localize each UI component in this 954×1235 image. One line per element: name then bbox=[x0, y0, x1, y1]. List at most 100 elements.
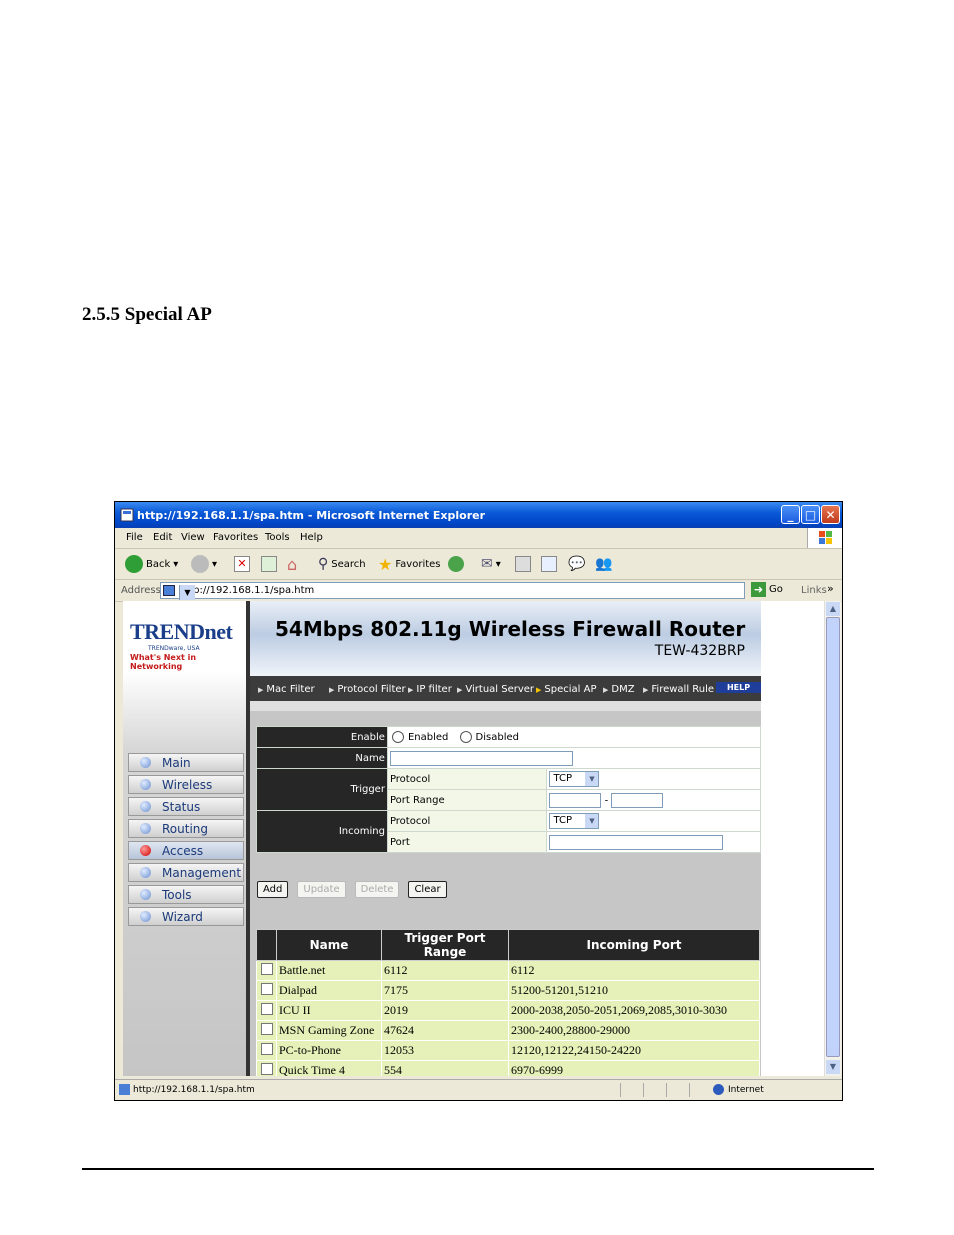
discuss-button[interactable]: 💬 bbox=[568, 554, 585, 574]
range-separator: - bbox=[604, 795, 609, 806]
row-incoming: 6112 bbox=[508, 960, 760, 981]
back-button[interactable]: Back ▾ bbox=[125, 554, 178, 574]
nav-main[interactable]: Main bbox=[128, 753, 244, 772]
delete-button[interactable]: Delete bbox=[354, 881, 400, 898]
trigger-protocol-select[interactable]: TCP bbox=[549, 771, 600, 787]
tab-firewall-rule[interactable]: Firewall Rule bbox=[643, 684, 714, 695]
nav-tools[interactable]: Tools bbox=[128, 885, 244, 904]
search-button[interactable]: ⚲ Search bbox=[318, 554, 366, 574]
name-input[interactable] bbox=[389, 750, 573, 766]
config-table: Enable Enabled Disabled Name Trigger Pro… bbox=[256, 726, 762, 853]
table-row[interactable]: Dialpad 7175 51200-51201,51210 bbox=[256, 980, 760, 1001]
menu-help[interactable]: Help bbox=[300, 532, 323, 543]
forward-button[interactable]: ▾ bbox=[191, 554, 217, 574]
tab-mac-filter[interactable]: Mac Filter bbox=[258, 684, 314, 695]
row-trigger: 554 bbox=[381, 1060, 509, 1076]
incoming-protocol-select[interactable]: TCP bbox=[549, 813, 600, 829]
menu-favorites[interactable]: Favorites bbox=[213, 532, 258, 543]
row-trigger: 12053 bbox=[381, 1040, 509, 1061]
search-icon: ⚲ bbox=[318, 556, 329, 572]
row-checkbox[interactable] bbox=[260, 982, 273, 995]
vertical-scrollbar[interactable]: ▲ ▼ bbox=[824, 601, 841, 1076]
nav-status[interactable]: Status bbox=[128, 797, 244, 816]
scroll-thumb[interactable] bbox=[826, 617, 840, 1057]
go-button[interactable]: ➜ Go bbox=[751, 582, 783, 597]
minimize-button[interactable]: _ bbox=[781, 505, 800, 524]
chevron-right-icon[interactable]: » bbox=[827, 582, 834, 595]
row-checkbox[interactable] bbox=[260, 1042, 273, 1055]
clear-button[interactable]: Clear bbox=[408, 881, 447, 898]
nav-routing[interactable]: Routing bbox=[128, 819, 244, 838]
trigger-port-range-label: Port Range bbox=[386, 789, 548, 811]
col-incoming-port: Incoming Port bbox=[508, 929, 760, 961]
scroll-up-icon[interactable]: ▲ bbox=[826, 602, 840, 616]
nav-access[interactable]: Access bbox=[128, 841, 244, 860]
edit-button[interactable] bbox=[541, 554, 557, 574]
update-button[interactable]: Update bbox=[297, 881, 346, 898]
disabled-radio[interactable] bbox=[459, 731, 472, 743]
row-checkbox[interactable] bbox=[260, 1022, 273, 1035]
table-row[interactable]: ICU II 2019 2000-2038,2050-2051,2069,208… bbox=[256, 1000, 760, 1021]
title-bar: http://192.168.1.1/spa.htm - Microsoft I… bbox=[115, 502, 842, 528]
row-name: MSN Gaming Zone bbox=[276, 1020, 382, 1041]
tab-dmz[interactable]: DMZ bbox=[603, 684, 634, 695]
logo-tagline: What's Next in Networking bbox=[130, 653, 197, 671]
messenger-button[interactable]: 👥 bbox=[595, 554, 612, 574]
sidebar: TRENDnet TRENDware, USA What's Next in N… bbox=[123, 601, 249, 1076]
row-checkbox[interactable] bbox=[260, 1002, 273, 1015]
chevron-down-icon[interactable]: ▼ bbox=[179, 585, 195, 600]
menu-edit[interactable]: Edit bbox=[153, 532, 172, 543]
tab-special-ap[interactable]: Special AP bbox=[536, 684, 596, 695]
page-content: TRENDnet TRENDware, USA What's Next in N… bbox=[123, 601, 826, 1076]
table-row[interactable]: PC-to-Phone 12053 12120,12122,24150-2422… bbox=[256, 1040, 760, 1061]
print-button[interactable] bbox=[515, 554, 531, 574]
menu-view[interactable]: View bbox=[181, 532, 205, 543]
help-button[interactable]: HELP bbox=[716, 682, 761, 693]
nav-label: Access bbox=[162, 843, 204, 858]
table-row[interactable]: Battle.net 6112 6112 bbox=[256, 960, 760, 981]
stop-button[interactable]: ✕ bbox=[234, 554, 250, 574]
favorites-button[interactable]: ★ Favorites bbox=[378, 554, 441, 574]
favorites-label: Favorites bbox=[395, 558, 441, 570]
mail-button[interactable]: ✉ ▾ bbox=[481, 554, 501, 574]
close-button[interactable]: ✕ bbox=[821, 505, 840, 524]
trigger-port-end-input[interactable] bbox=[611, 792, 664, 808]
page-icon bbox=[120, 508, 134, 522]
form-top-strip bbox=[250, 701, 761, 711]
refresh-icon bbox=[261, 556, 277, 572]
incoming-port-input[interactable] bbox=[549, 834, 724, 850]
trigger-port-start-input[interactable] bbox=[549, 792, 602, 808]
home-button[interactable]: ⌂ bbox=[287, 554, 297, 574]
menu-file[interactable]: File bbox=[126, 532, 143, 543]
browser-window: http://192.168.1.1/spa.htm - Microsoft I… bbox=[114, 501, 843, 1101]
enabled-radio[interactable] bbox=[391, 731, 404, 743]
row-name: Quick Time 4 bbox=[276, 1060, 382, 1076]
links-label[interactable]: Links bbox=[801, 585, 827, 596]
media-icon bbox=[448, 556, 464, 572]
bullet-icon bbox=[140, 801, 151, 812]
table-row[interactable]: MSN Gaming Zone 47624 2300-2400,28800-29… bbox=[256, 1020, 760, 1041]
tab-virtual-server[interactable]: Virtual Server bbox=[457, 684, 534, 695]
row-checkbox[interactable] bbox=[260, 962, 273, 975]
tab-ip-filter[interactable]: IP filter bbox=[408, 684, 451, 695]
address-input[interactable]: http://192.168.1.1/spa.htm ▼ bbox=[160, 582, 745, 600]
table-row[interactable]: Quick Time 4 554 6970-6999 bbox=[256, 1060, 760, 1076]
add-button[interactable]: Add bbox=[257, 881, 289, 898]
tab-protocol-filter[interactable]: Protocol Filter bbox=[329, 684, 405, 695]
row-checkbox[interactable] bbox=[260, 1062, 273, 1075]
window-title: http://192.168.1.1/spa.htm - Microsoft I… bbox=[137, 509, 486, 522]
router-banner: 54Mbps 802.11g Wireless Firewall Router … bbox=[250, 601, 761, 676]
scroll-down-icon[interactable]: ▼ bbox=[826, 1060, 840, 1074]
form-buttons: Add Update Delete Clear bbox=[257, 881, 447, 898]
logo-sub: TRENDware, USA bbox=[148, 645, 200, 652]
name-label: Name bbox=[256, 747, 388, 769]
media-button[interactable] bbox=[448, 554, 464, 574]
nav-wizard[interactable]: Wizard bbox=[128, 907, 244, 926]
nav-wireless[interactable]: Wireless bbox=[128, 775, 244, 794]
nav-management[interactable]: Management bbox=[128, 863, 244, 882]
refresh-button[interactable] bbox=[261, 554, 277, 574]
enable-label: Enable bbox=[256, 726, 388, 748]
menu-tools[interactable]: Tools bbox=[265, 532, 290, 543]
row-trigger: 2019 bbox=[381, 1000, 509, 1021]
maximize-button[interactable]: □ bbox=[801, 505, 820, 524]
